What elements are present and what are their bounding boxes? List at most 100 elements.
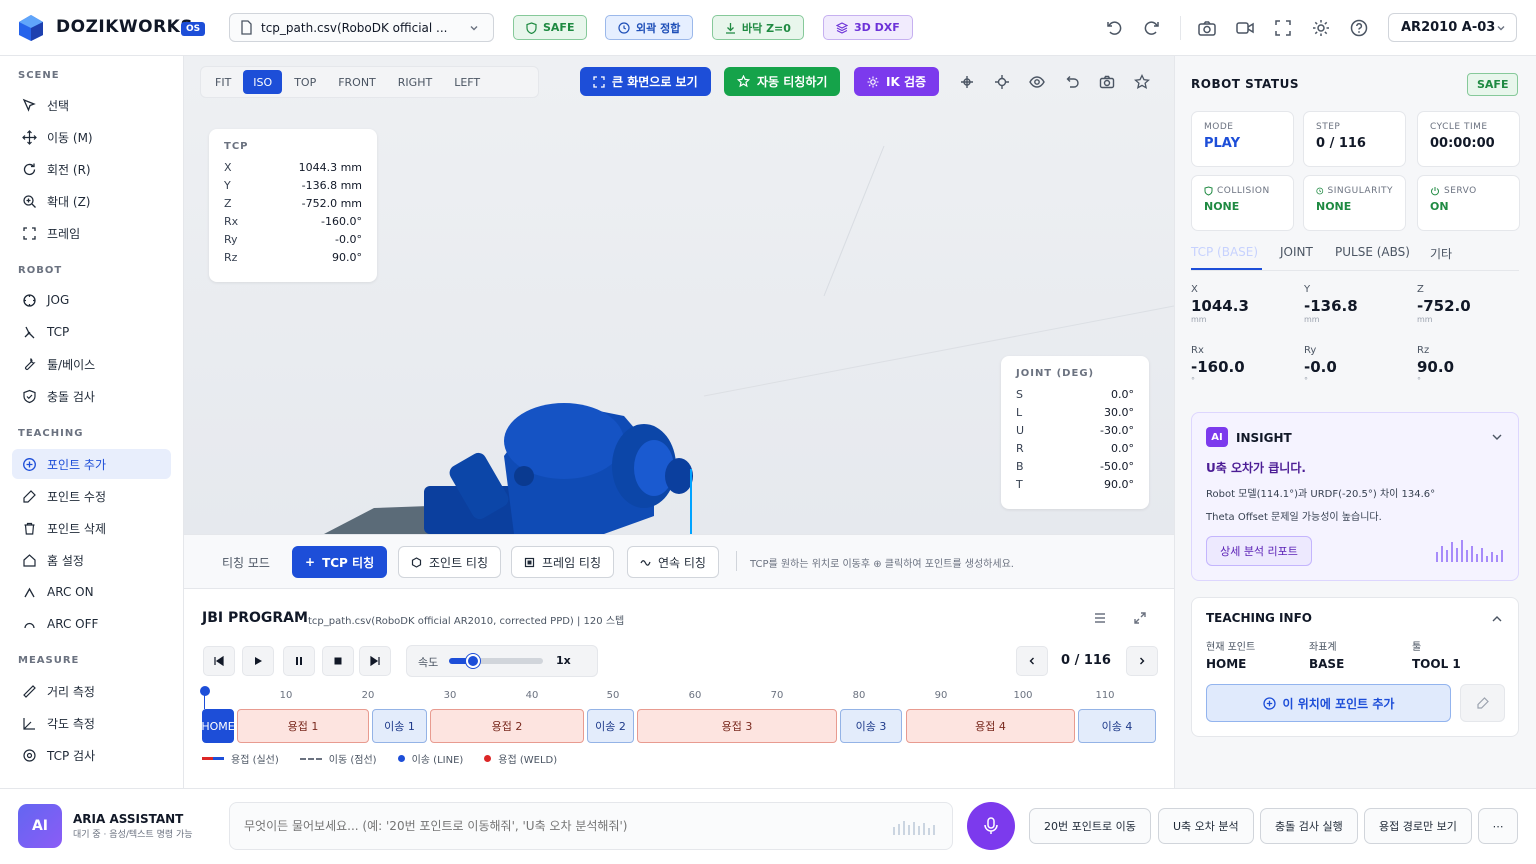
sidebar-item-delete-point[interactable]: 포인트 삭제 <box>12 513 171 543</box>
quick-collision-check-button[interactable]: 충돌 검사 실행 <box>1260 808 1358 844</box>
redo-icon[interactable] <box>1142 18 1162 38</box>
ik-check-button[interactable]: IK 검증 <box>854 67 940 96</box>
axis-icon[interactable] <box>959 74 975 90</box>
joint-row: B -50.0° <box>1016 457 1134 475</box>
file-selector[interactable]: tcp_path.csv(RoboDK official ... <box>229 13 494 42</box>
timeline-segment-move[interactable]: 이송 2 <box>587 709 634 743</box>
skip-start-button[interactable] <box>203 646 235 676</box>
timeline-segment-weld[interactable]: 용접 4 <box>906 709 1075 743</box>
reset-view-icon[interactable] <box>1064 74 1080 90</box>
fullscreen-icon[interactable] <box>1273 18 1293 38</box>
timeline-segment-weld[interactable]: 용접 1 <box>237 709 369 743</box>
quick-u-axis-analysis-button[interactable]: U축 오차 분석 <box>1158 808 1254 844</box>
sidebar-item-frame[interactable]: 프레임 <box>12 218 171 248</box>
sidebar-item-move[interactable]: 이동 (M) <box>12 122 171 152</box>
tcp-row-key: Rx <box>224 214 239 228</box>
timeline-segment-move[interactable]: 이송 4 <box>1078 709 1156 743</box>
more-options-button[interactable]: ⋯ <box>1478 808 1518 844</box>
microphone-button[interactable] <box>967 802 1015 850</box>
camera-icon[interactable] <box>1197 18 1217 38</box>
eye-icon[interactable] <box>1029 74 1045 90</box>
big-view-button[interactable]: 큰 화면으로 보기 <box>580 67 711 96</box>
zoom-icon <box>23 194 36 208</box>
skip-end-button[interactable] <box>359 646 391 676</box>
view-left-button[interactable]: LEFT <box>444 70 490 94</box>
chevron-up-icon[interactable] <box>1491 614 1503 624</box>
add-point-here-button[interactable]: 이 위치에 포인트 추가 <box>1206 684 1451 722</box>
crosshair-icon <box>23 748 36 762</box>
view-front-button[interactable]: FRONT <box>328 70 386 94</box>
timeline-segment-weld[interactable]: 용접 3 <box>637 709 837 743</box>
info-label: 툴 <box>1412 642 1422 653</box>
undo-icon[interactable] <box>1104 18 1124 38</box>
assistant-input[interactable] <box>244 814 874 838</box>
quick-weld-path-button[interactable]: 용접 경로만 보기 <box>1364 808 1472 844</box>
view-top-button[interactable]: TOP <box>284 70 326 94</box>
focus-icon[interactable] <box>994 74 1010 90</box>
edit-point-button[interactable] <box>1460 684 1505 722</box>
assistant-avatar: AI <box>18 804 62 848</box>
insight-detail-2: Theta Offset 문제일 가능성이 높습니다. <box>1206 512 1382 523</box>
joint-teach-button[interactable]: 조인트 티칭 <box>398 546 502 578</box>
pause-button[interactable] <box>283 646 315 676</box>
sidebar-item-arc-on[interactable]: ARC ON <box>12 577 171 607</box>
favorite-star-icon[interactable] <box>1134 74 1150 90</box>
tab-joint[interactable]: JOINT <box>1280 245 1313 259</box>
sidebar-item-angle[interactable]: 각도 측정 <box>12 708 171 738</box>
sidebar-item-tool-base[interactable]: 툴/베이스 <box>12 349 171 379</box>
sidebar-item-zoom[interactable]: 확대 (Z) <box>12 186 171 216</box>
chevron-down-icon[interactable] <box>1491 432 1503 442</box>
sidebar-item-tcp-check[interactable]: TCP 검사 <box>12 740 171 770</box>
continuous-teach-button[interactable]: 연속 티칭 <box>627 546 719 578</box>
timeline-segment-home[interactable]: HOME <box>201 709 235 743</box>
tcp-row-value: -752.0 mm <box>301 196 362 210</box>
speed-slider-knob[interactable] <box>465 654 480 668</box>
list-icon[interactable] <box>1093 611 1107 625</box>
speed-slider[interactable] <box>449 654 543 668</box>
sidebar-item-select[interactable]: 선택 <box>12 90 171 120</box>
frame-teach-button[interactable]: 프레임 티칭 <box>511 546 615 578</box>
help-icon[interactable] <box>1349 18 1369 38</box>
sidebar-item-collision[interactable]: 충돌 검사 <box>12 381 171 411</box>
tab-etc[interactable]: 기타 <box>1430 245 1452 262</box>
view-right-button[interactable]: RIGHT <box>388 70 442 94</box>
safe-chip[interactable]: SAFE <box>513 15 588 40</box>
status-card-label-row: COLLISION <box>1204 186 1281 196</box>
auto-teach-button[interactable]: 자동 티칭하기 <box>724 67 841 96</box>
analysis-report-button[interactable]: 상세 분석 리포트 <box>1206 536 1312 566</box>
tcp-teach-button[interactable]: + TCP 티칭 <box>292 546 388 578</box>
timeline-segment-move[interactable]: 이송 1 <box>372 709 427 743</box>
dxf-chip[interactable]: 3D DXF <box>823 15 913 40</box>
tab-tcp-base[interactable]: TCP (BASE) <box>1191 245 1258 259</box>
outline-match-chip[interactable]: 외곽 정합 <box>605 15 694 40</box>
quick-move-point-button[interactable]: 20번 포인트로 이동 <box>1029 808 1151 844</box>
timeline-segment-move[interactable]: 이송 3 <box>840 709 902 743</box>
expand-arrows-icon[interactable] <box>1133 611 1147 625</box>
view-fit-button[interactable]: FIT <box>205 70 241 94</box>
voice-level-icon <box>893 821 935 835</box>
timeline-segment-weld[interactable]: 용접 2 <box>430 709 584 743</box>
sidebar-item-arc-off[interactable]: ARC OFF <box>12 609 171 639</box>
stop-button[interactable] <box>322 646 354 676</box>
prev-step-button[interactable] <box>1016 646 1048 676</box>
snapshot-icon[interactable] <box>1099 74 1115 90</box>
timeline-cursor[interactable] <box>200 686 210 696</box>
next-step-button[interactable] <box>1126 646 1158 676</box>
robot-selector[interactable]: AR2010 A-03 <box>1388 13 1517 42</box>
sidebar-item-rotate[interactable]: 회전 (R) <box>12 154 171 184</box>
sidebar-item-home-set[interactable]: 홈 설정 <box>12 545 171 575</box>
sidebar-item-edit-point[interactable]: 포인트 수정 <box>12 481 171 511</box>
sidebar-item-distance[interactable]: 거리 측정 <box>12 676 171 706</box>
floor-z-chip[interactable]: 바닥 Z=0 <box>712 15 804 40</box>
sidebar-item-tcp[interactable]: TCP <box>12 317 171 347</box>
gear-icon[interactable] <box>1311 18 1331 38</box>
joint-row-key: S <box>1016 387 1023 401</box>
video-icon[interactable] <box>1235 18 1255 38</box>
play-button[interactable] <box>242 646 274 676</box>
sparkle-icon <box>867 76 879 87</box>
skip-start-icon <box>214 655 224 667</box>
sidebar-item-add-point[interactable]: 포인트 추가 <box>12 449 171 479</box>
tab-pulse-abs[interactable]: PULSE (ABS) <box>1335 245 1410 259</box>
view-iso-button[interactable]: ISO <box>243 70 283 94</box>
sidebar-item-jog[interactable]: JOG <box>12 285 171 315</box>
